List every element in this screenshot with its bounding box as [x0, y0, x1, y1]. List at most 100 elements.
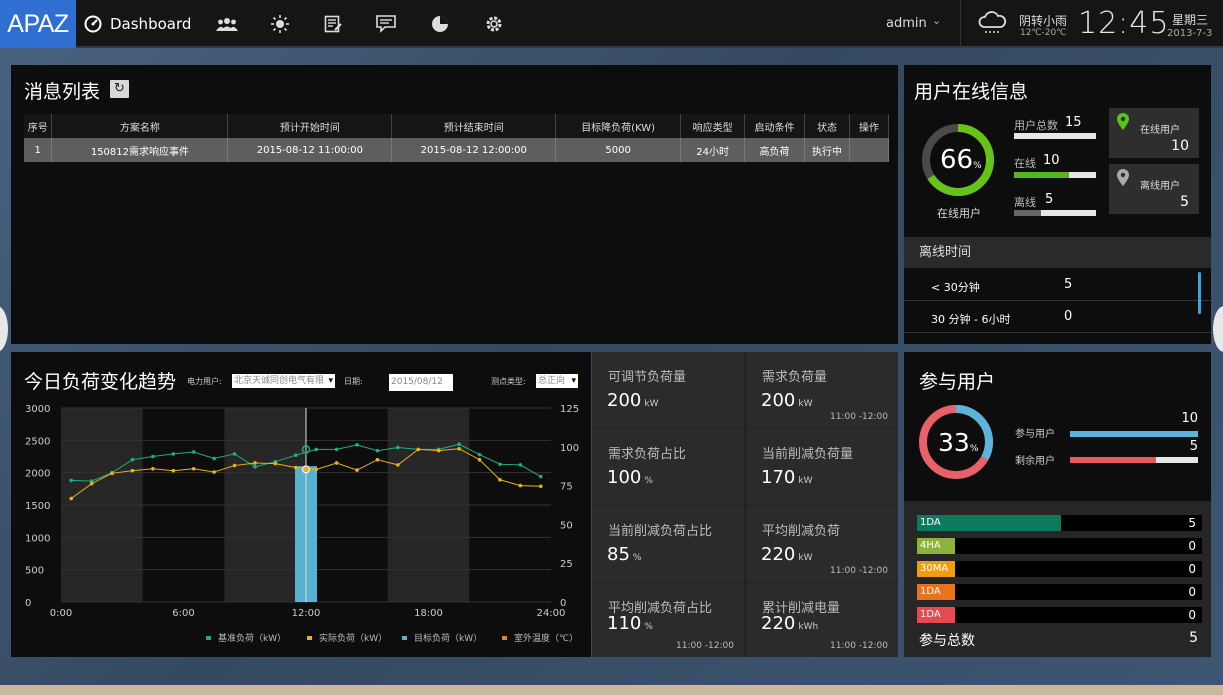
baseline-load-point [457, 442, 461, 447]
remaining-value: 5 [1189, 439, 1198, 454]
card-value: 10 [1171, 138, 1189, 154]
taskbar-strip [0, 685, 1223, 695]
report-icon[interactable] [321, 12, 345, 36]
column-header: 启动条件 [744, 114, 806, 138]
right-scroll-handle[interactable] [1213, 306, 1223, 352]
actual-load-point [334, 461, 339, 465]
baseline-load-point [498, 462, 502, 467]
y-tick-label-left: 2500 [25, 436, 50, 447]
baseline-load-point [191, 450, 196, 454]
category-bar-fill [955, 515, 1062, 531]
date-label: 日期: [344, 377, 363, 386]
baseline-load-point [253, 465, 257, 469]
actual-load-point [212, 470, 216, 474]
actual-load-point [89, 481, 94, 486]
table-cell: 1 [24, 138, 53, 162]
ring-caption: 在线用户 [937, 207, 981, 220]
table-cell: 执行中 [804, 138, 850, 162]
actual-load-point [375, 457, 380, 462]
legend-swatch [206, 636, 211, 640]
y-tick-label-right: 50 [560, 520, 573, 531]
baseline-load-point [477, 452, 482, 457]
actual-load-point [396, 463, 400, 467]
chevron-down-icon[interactable]: ⌄ [932, 14, 941, 27]
dashboard-icon [84, 15, 102, 33]
point-type-select[interactable]: 总正向 ▾ [536, 374, 578, 388]
power-user-select[interactable]: 北京天诚同创电气有限 ▾ [232, 374, 335, 388]
joined-bar [1070, 431, 1198, 437]
stat-cumulative-reduction: 累计削减电量 220 kWh 11:00 -12:00 [746, 583, 898, 657]
remaining-label: 剩余用户 [1015, 456, 1055, 467]
total-users-label: 用户总数 [1014, 119, 1058, 132]
table-cell: 24小时 [680, 138, 746, 162]
panel-title: 参与用户 [919, 371, 996, 393]
y-tick-label-left: 3000 [25, 404, 50, 415]
cloud-icon [977, 10, 1007, 40]
online-users-card[interactable]: 在线用户 10 [1109, 108, 1199, 158]
y-tick-label-left: 1500 [25, 501, 50, 512]
x-tick-label: 12:00 [292, 608, 321, 619]
x-tick-label: 6:00 [172, 608, 194, 619]
actual-load-point [171, 468, 176, 473]
column-header: 操作 [849, 114, 890, 138]
pie-icon[interactable] [428, 12, 452, 36]
actual-load-point [110, 471, 114, 476]
baseline-load-point [396, 445, 400, 450]
weather-text: 阴转小雨 [1019, 14, 1068, 28]
column-header: 状态 [804, 114, 850, 138]
sun-icon[interactable] [268, 12, 292, 36]
joined-label: 参与用户 [1015, 429, 1055, 440]
offline-users-card[interactable]: 离线用户 5 [1109, 164, 1199, 214]
point-type-label: 测点类型: [491, 377, 526, 386]
nav-dashboard[interactable]: Dashboard [76, 0, 200, 48]
message-table: 序号 方案名称 预计开始时间 预计结束时间 目标降负荷(KW) 响应类型 启动条… [24, 114, 890, 162]
date-input[interactable]: 2015/08/12 [389, 374, 453, 391]
baseline-load-point [334, 447, 339, 452]
total-value: 5 [1189, 630, 1198, 646]
stat-demand-ratio: 需求负荷占比 100% [592, 429, 744, 505]
clock: 12:45 [1078, 6, 1170, 41]
x-tick-label: 24:00 [537, 608, 566, 619]
column-header: 方案名称 [51, 114, 229, 138]
app-logo[interactable]: APAZ [0, 0, 76, 48]
legend-label: 室外温度（℃） [514, 632, 578, 644]
scrollbar[interactable] [1198, 272, 1201, 314]
actual-load-point [253, 461, 257, 465]
y-tick-label-right: 75 [560, 482, 573, 493]
message-list-panel: 消息列表 ↻ 序号 方案名称 预计开始时间 预计结束时间 目标降负荷(KW) 响… [11, 65, 898, 344]
location-pin-icon [1117, 113, 1129, 130]
weekday: 星期三 [1172, 13, 1209, 27]
stat-average-reduction-ratio: 平均削减负荷占比 110% 11:00 -12:00 [592, 583, 744, 657]
table-cell-action[interactable] [849, 138, 890, 162]
panel-title: 用户在线信息 [914, 81, 1029, 103]
actual-load-point [457, 446, 461, 451]
category-bar-row: 1DA 0 [917, 584, 1202, 600]
column-header: 目标降负荷(KW) [555, 114, 682, 138]
table-cell: 高负荷 [744, 138, 806, 162]
message-icon[interactable] [374, 12, 398, 36]
y-tick-label-left: 2000 [25, 469, 50, 480]
refresh-button[interactable]: ↻ [110, 80, 129, 98]
baseline-load-point [69, 478, 74, 483]
user-menu[interactable]: admin [886, 16, 927, 31]
legend-label: 基准负荷（kW） [218, 632, 286, 644]
actual-load-point [232, 463, 237, 468]
users-icon[interactable] [215, 12, 239, 36]
table-cell: 2015-08-12 12:00:00 [391, 138, 557, 162]
column-header: 响应类型 [680, 114, 746, 138]
gear-icon[interactable] [482, 12, 506, 36]
left-scroll-handle[interactable] [0, 306, 8, 352]
x-tick-label: 18:00 [414, 608, 443, 619]
y-tick-label-right: 25 [560, 559, 573, 570]
load-trend-panel: 今日负荷变化趋势 电力用户: 北京天诚同创电气有限 ▾ 日期: 2015/08/1… [11, 352, 591, 657]
legend-swatch [307, 636, 312, 640]
temperature-range: 12℃-20℃ [1020, 28, 1067, 38]
legend-label: 实际负荷（kW） [319, 632, 387, 644]
baseline-load-point [130, 457, 135, 462]
actual-load-point [191, 466, 196, 471]
y-tick-label-right: 100 [560, 443, 579, 454]
table-row[interactable]: 1 150812需求响应事件 2015-08-12 11:00:00 2015-… [24, 138, 890, 162]
load-trend-chart[interactable]: 300025002000150010005000 1251007550250 0… [11, 400, 591, 657]
baseline-load-point [355, 443, 359, 447]
column-header: 预计结束时间 [391, 114, 557, 138]
